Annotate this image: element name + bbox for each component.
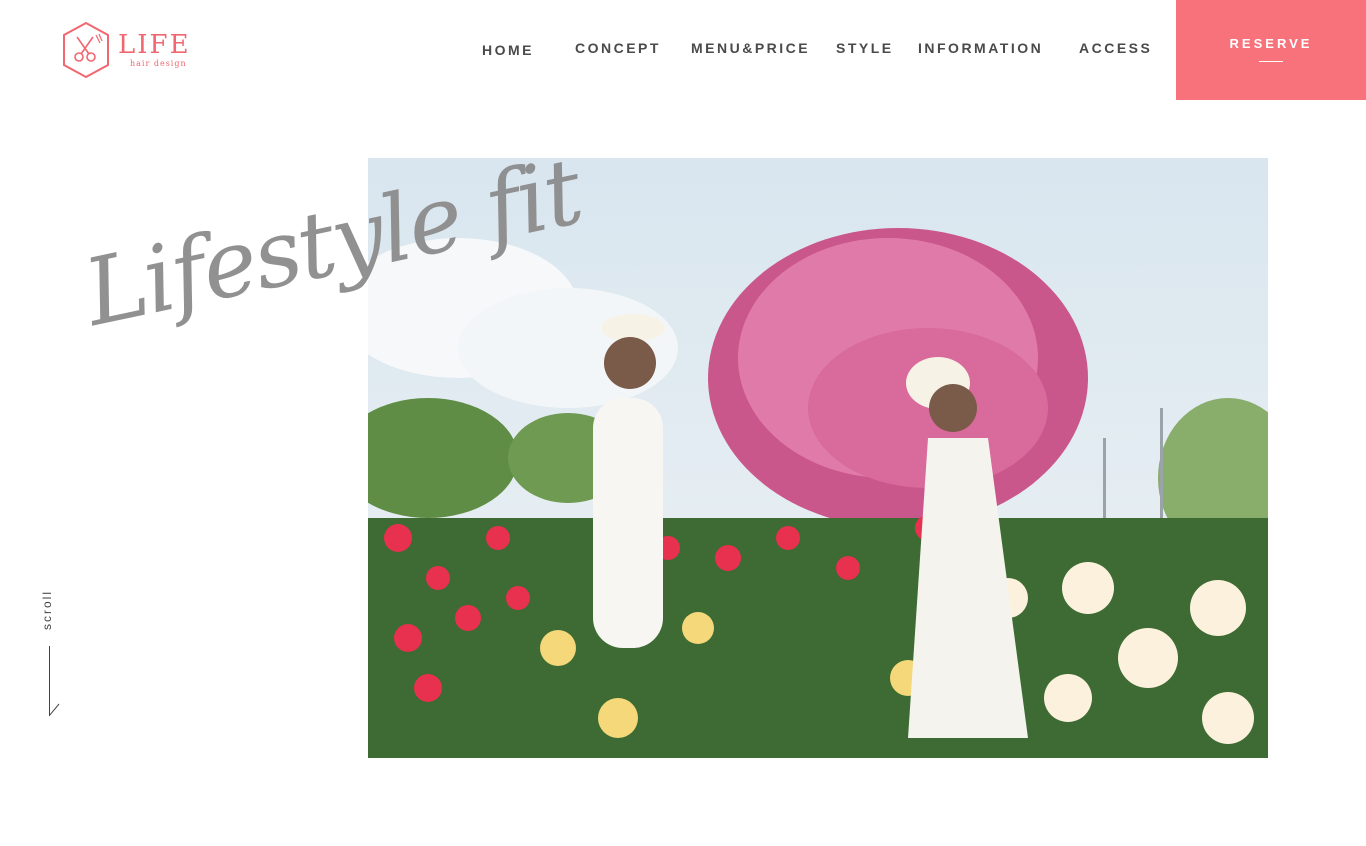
nav-menu-price[interactable]: MENU&PRICE <box>691 40 810 56</box>
scroll-indicator[interactable]: scroll <box>36 590 66 730</box>
brand-logo[interactable]: LIFE hair design <box>60 20 200 80</box>
reserve-button[interactable]: RESERVE <box>1176 0 1366 100</box>
nav-style[interactable]: STYLE <box>836 40 894 56</box>
hero-tagline: Lifestyle fit <box>76 138 618 400</box>
arrow-down-icon <box>49 703 60 716</box>
scissors-icon <box>63 21 109 79</box>
scroll-label: scroll <box>40 590 54 631</box>
brand-name: LIFE <box>118 30 191 60</box>
nav-information[interactable]: INFORMATION <box>918 40 1043 56</box>
nav-home[interactable]: HOME <box>482 42 534 58</box>
nav-concept[interactable]: CONCEPT <box>575 40 661 56</box>
tagline-text: Lifestyle fit <box>75 137 590 347</box>
reserve-underline <box>1259 61 1283 62</box>
reserve-label: RESERVE <box>1229 36 1313 51</box>
brand-subtitle: hair design <box>130 59 187 68</box>
nav-access[interactable]: ACCESS <box>1079 40 1152 56</box>
